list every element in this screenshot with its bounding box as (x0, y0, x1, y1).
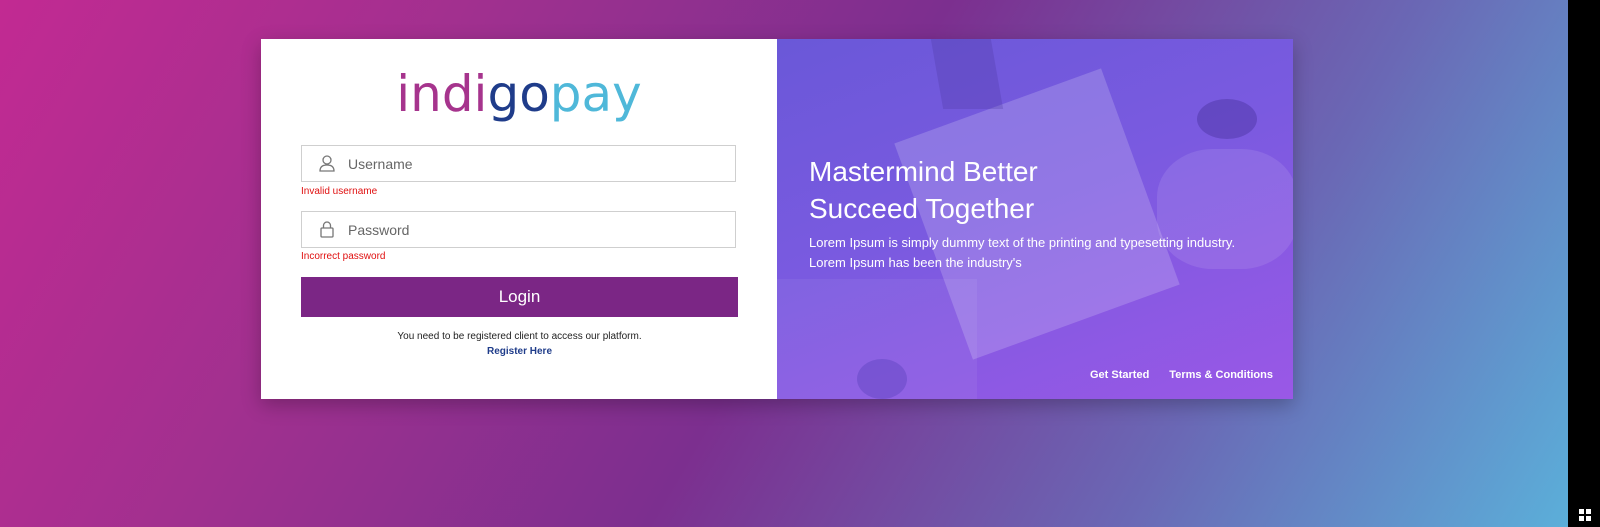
hero-background-shape (930, 39, 1004, 109)
lock-icon (316, 219, 338, 241)
hero-background-shape (1197, 99, 1257, 139)
username-field[interactable] (301, 145, 736, 182)
password-error: Incorrect password (301, 251, 386, 262)
windows-icon[interactable] (1579, 509, 1591, 521)
user-icon (316, 153, 338, 175)
registration-note: You need to be registered client to acce… (397, 331, 642, 342)
password-field[interactable] (301, 211, 736, 248)
hero-background-shape (857, 359, 907, 399)
get-started-link[interactable]: Get Started (1090, 369, 1149, 381)
indigopay-logo: indigopay (396, 65, 642, 123)
password-input[interactable] (346, 220, 710, 239)
login-card: indigopay Invalid username Incorrect pas… (261, 39, 1293, 399)
hero-subtext: Lorem Ipsum is simply dummy text of the … (809, 235, 1236, 270)
register-link[interactable]: Register Here (301, 346, 738, 357)
hero-headline: Mastermind Better Succeed Together (809, 156, 1038, 224)
taskbar-strip (1568, 0, 1600, 527)
login-button[interactable]: Login (301, 277, 738, 317)
hero-footer-links: Get Started Terms & Conditions (1090, 369, 1273, 381)
hero-panel: Mastermind Better Succeed Together Lorem… (777, 39, 1293, 399)
username-error: Invalid username (301, 186, 378, 197)
terms-link[interactable]: Terms & Conditions (1169, 369, 1273, 381)
login-panel: indigopay Invalid username Incorrect pas… (261, 39, 777, 399)
username-input[interactable] (346, 154, 710, 173)
